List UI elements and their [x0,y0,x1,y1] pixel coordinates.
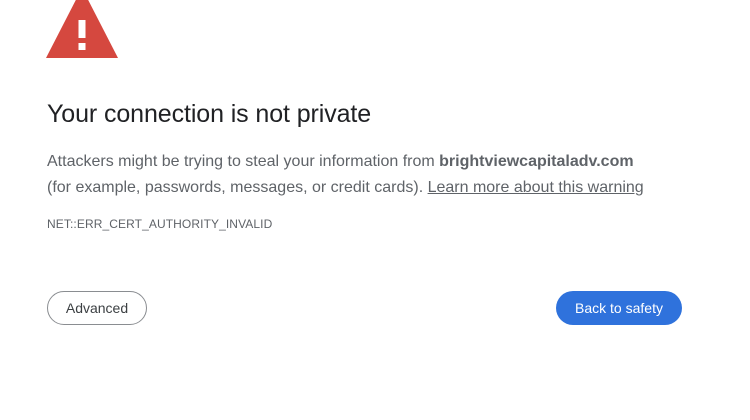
back-to-safety-button[interactable]: Back to safety [556,291,682,325]
site-domain: brightviewcapitaladv.com [439,153,634,170]
page-title: Your connection is not private [47,100,372,128]
warning-message: Attackers might be trying to steal your … [47,149,644,201]
learn-more-link[interactable]: Learn more about this warning [428,179,644,196]
message-text-line1: Attackers might be trying to steal your … [47,153,440,170]
error-code: NET::ERR_CERT_AUTHORITY_INVALID [47,217,273,231]
warning-triangle-icon [46,0,118,58]
message-text-line2: (for example, passwords, messages, or cr… [47,179,428,196]
advanced-button[interactable]: Advanced [47,291,147,325]
interstitial-page: Your connection is not private Attackers… [0,0,750,420]
